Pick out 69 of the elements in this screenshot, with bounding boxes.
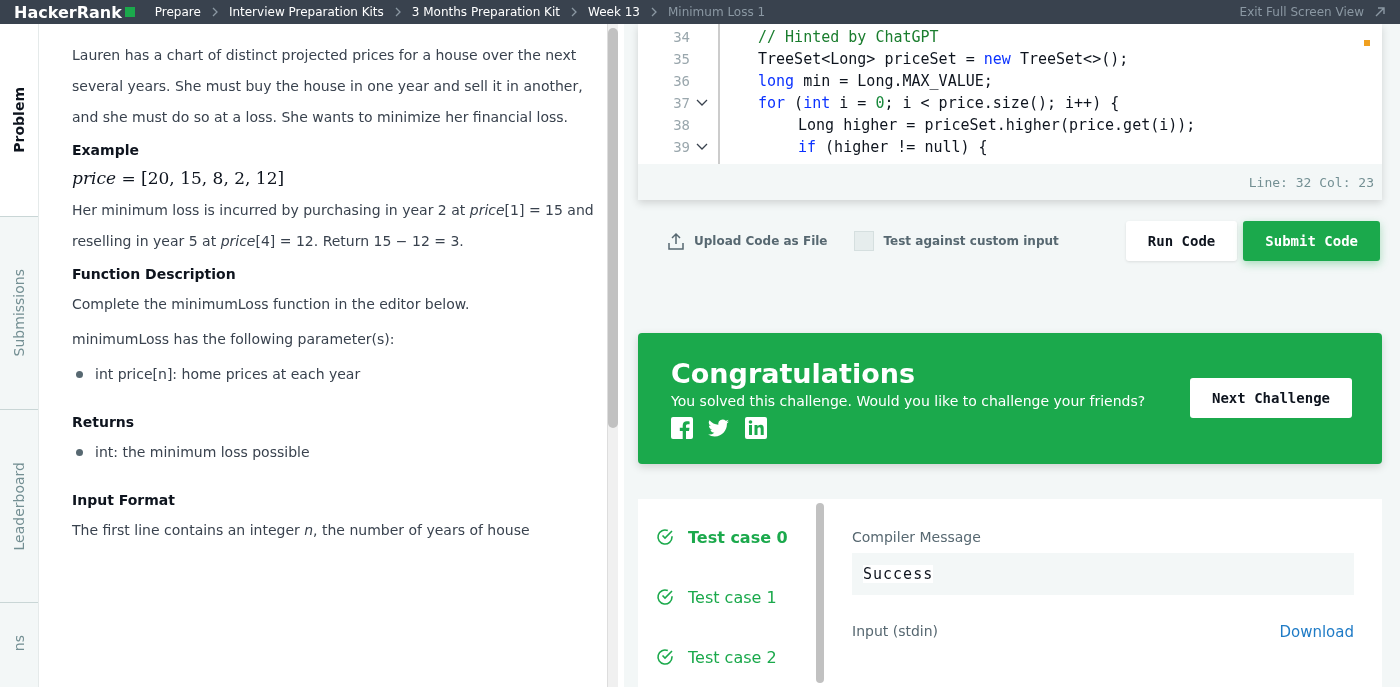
chevron-right-icon xyxy=(570,7,578,17)
line-number: 39 xyxy=(673,139,690,155)
code-line: long min = Long.MAX_VALUE; xyxy=(758,71,994,92)
paragraph: Lauren has a chart of distinct projected prices for a house over the next several years. She must buy the house in one year and sell it in another, and she must do so at a loss. She wants to minimize her financial loss. xyxy=(72,46,584,127)
linkedin-icon xyxy=(745,417,767,440)
section-heading: Returns xyxy=(72,413,136,432)
chevron-right-icon xyxy=(210,7,219,17)
line-number: 36 xyxy=(673,73,691,89)
output-text: Success xyxy=(863,565,934,583)
paragraph: Her minimum loss is incurred by purchasing in year 2 at price[1] = 15 and reselling in year 5 at price[4] = 12. Return 15 − 12 = 3. xyxy=(72,201,595,251)
facebook-icon xyxy=(671,417,693,440)
code-line: TreeSet<Long> priceSet = new TreeSet<>(); xyxy=(758,49,1130,70)
arrow-icon xyxy=(1374,6,1386,18)
chevron-right-icon xyxy=(393,7,402,17)
twitter-icon xyxy=(708,418,730,439)
check-circle-icon xyxy=(656,588,674,606)
scroll-marker xyxy=(1364,40,1370,46)
test-case-tab[interactable]: Test case 2 xyxy=(638,627,816,687)
run-code-button[interactable]: Run Code xyxy=(1125,221,1238,262)
breadcrumb-link[interactable]: Interview Preparation Kits xyxy=(228,5,384,19)
side-tab[interactable]: Submissions xyxy=(0,217,38,410)
paragraph: The first line contains an integer n, the number of years of house xyxy=(72,521,531,540)
banner-title: Congratulations xyxy=(671,357,917,392)
scrollbar[interactable] xyxy=(816,503,824,683)
section-heading: Input Format xyxy=(72,491,176,510)
breadcrumb-link[interactable]: Minimum Loss 1 xyxy=(667,5,766,19)
list-item-text: int price[n]: home prices at each year xyxy=(95,365,361,384)
line-number: 35 xyxy=(673,51,691,67)
line-number: 38 xyxy=(673,117,691,133)
test-case-tab[interactable]: Test case 1 xyxy=(638,567,816,627)
math-expression: price = [20, 15, 8, 2, 12] xyxy=(72,167,286,190)
cursor-position: Line: 32 Col: 23 xyxy=(1248,174,1374,190)
logo[interactable]: HackerRank xyxy=(14,2,135,22)
code-line: if (higher != null) { xyxy=(797,137,989,158)
list-item-text: int: the minimum loss possible xyxy=(95,443,310,462)
checkbox[interactable] xyxy=(853,231,874,252)
test-case-tab[interactable]: Test case 0 xyxy=(638,507,816,567)
upload-code-link[interactable]: Upload Code as File xyxy=(668,232,828,251)
line-number: 37 xyxy=(673,95,690,111)
line-number: 34 xyxy=(673,29,691,45)
download-link[interactable]: Download xyxy=(1279,623,1354,641)
side-tab[interactable]: ns xyxy=(0,603,38,683)
code-line: for (int i = 0; i < price.size(); i++) { xyxy=(758,93,1121,114)
field-label: Input (stdin) xyxy=(852,623,939,641)
section-heading: Example xyxy=(72,141,140,160)
code-line: // Hinted by ChatGPT xyxy=(758,27,940,48)
exit-fullscreen-link[interactable]: Exit Full Screen View xyxy=(1239,5,1364,19)
submit-code-button[interactable]: Submit Code xyxy=(1243,221,1380,262)
banner-message: You solved this challenge. Would you like to challenge your friends? xyxy=(671,392,1147,412)
code-editor[interactable] xyxy=(638,24,1382,200)
section-heading: Function Description xyxy=(72,265,237,284)
paragraph: minimumLoss has the following parameter(s): xyxy=(72,330,396,349)
side-tab[interactable]: Problem xyxy=(0,24,38,217)
scrollbar[interactable] xyxy=(607,24,618,687)
breadcrumb-link[interactable]: Prepare xyxy=(154,5,201,19)
side-tab[interactable]: Leaderboard xyxy=(0,410,38,603)
check-circle-icon xyxy=(656,648,674,666)
chevron-right-icon xyxy=(649,7,658,17)
checkbox-label: Test against custom input xyxy=(883,234,1059,249)
bullet-icon xyxy=(76,370,83,378)
check-circle-icon xyxy=(656,528,674,546)
breadcrumb-link[interactable]: 3 Months Preparation Kit xyxy=(411,5,560,19)
code-line: Long higher = priceSet.higher(price.get(i)); xyxy=(797,115,1196,136)
upload-icon xyxy=(668,232,684,251)
field-label: Compiler Message xyxy=(852,529,982,545)
paragraph: Complete the minimumLoss function in the editor below. xyxy=(72,295,471,314)
next-challenge-button[interactable]: Next Challenge xyxy=(1190,378,1352,419)
breadcrumb-link[interactable]: Week 13 xyxy=(588,5,640,19)
bullet-icon xyxy=(76,448,83,456)
